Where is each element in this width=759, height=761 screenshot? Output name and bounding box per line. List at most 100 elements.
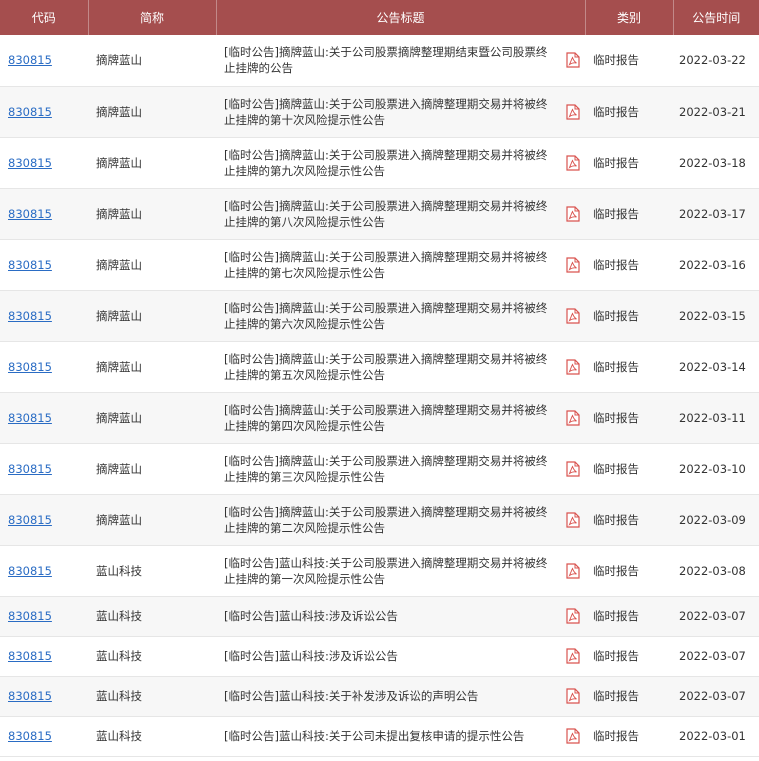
table-row: 830815 摘牌蓝山 [临时公告]摘牌蓝山:关于公司股票进入摘牌整理期交易并将被终…: [0, 188, 759, 239]
announcement-type: 临时报告: [593, 206, 640, 221]
table-row: 830815 摘牌蓝山 [临时公告]摘牌蓝山:关于公司股票进入摘牌整理期交易并将被终…: [0, 443, 759, 494]
header-code[interactable]: 代码: [0, 0, 89, 35]
pdf-icon[interactable]: [565, 728, 580, 744]
pdf-icon[interactable]: [565, 688, 580, 704]
stock-name: 摘牌蓝山: [96, 410, 142, 425]
pdf-icon[interactable]: [565, 205, 580, 222]
pdf-cell: [560, 239, 585, 290]
announcement-title: [临时公告]摘牌蓝山:关于公司股票进入摘牌整理期交易并将被终止挂牌的第八次风险提…: [224, 198, 548, 229]
pdf-icon[interactable]: [565, 460, 580, 477]
stock-name: 摘牌蓝山: [96, 359, 142, 374]
stock-code-link[interactable]: 830815: [8, 411, 52, 425]
announcement-date: 2022-03-07: [679, 689, 746, 703]
pdf-icon[interactable]: [565, 409, 580, 426]
pdf-icon[interactable]: [565, 103, 580, 120]
announcement-date: 2022-03-07: [679, 609, 746, 623]
announcement-date: 2022-03-11: [679, 410, 746, 425]
table-row: 830815 摘牌蓝山 [临时公告]摘牌蓝山:关于公司股票摘牌整理期结束暨公司股票终…: [0, 35, 759, 86]
announcement-type: 临时报告: [593, 359, 640, 374]
stock-code-link[interactable]: 830815: [8, 513, 52, 527]
announcement-type: 临时报告: [593, 689, 640, 703]
table-body: 830815 摘牌蓝山 [临时公告]摘牌蓝山:关于公司股票摘牌整理期结束暨公司股票终…: [0, 35, 759, 756]
stock-name: 摘牌蓝山: [96, 512, 142, 527]
announcement-title: [临时公告]摘牌蓝山:关于公司股票进入摘牌整理期交易并将被终止挂牌的第六次风险提…: [224, 300, 548, 331]
code-cell: 830815: [0, 443, 88, 494]
pdf-cell: [560, 188, 585, 239]
stock-name: 摘牌蓝山: [96, 308, 142, 323]
announcement-date: 2022-03-22: [679, 53, 746, 68]
stock-name: 摘牌蓝山: [96, 461, 142, 476]
pdf-cell: [560, 676, 585, 716]
stock-code-link[interactable]: 830815: [8, 53, 52, 67]
announcement-date: 2022-03-21: [679, 104, 746, 119]
announcement-date: 2022-03-07: [679, 649, 746, 663]
code-cell: 830815: [0, 35, 88, 86]
stock-name: 蓝山科技: [96, 609, 142, 623]
announcement-title: [临时公告]摘牌蓝山:关于公司股票进入摘牌整理期交易并将被终止挂牌的第七次风险提…: [224, 249, 548, 280]
stock-name: 摘牌蓝山: [96, 155, 142, 170]
pdf-icon[interactable]: [565, 562, 580, 579]
announcement-title: [临时公告]蓝山科技:关于公司股票进入摘牌整理期交易并将被终止挂牌的第一次风险提…: [224, 555, 548, 586]
announcement-title: [临时公告]摘牌蓝山:关于公司股票进入摘牌整理期交易并将被终止挂牌的第二次风险提…: [224, 504, 548, 535]
stock-code-link[interactable]: 830815: [8, 156, 52, 170]
stock-code-link[interactable]: 830815: [8, 649, 52, 663]
pdf-icon[interactable]: [565, 154, 580, 171]
stock-code-link[interactable]: 830815: [8, 258, 52, 272]
stock-code-link[interactable]: 830815: [8, 360, 52, 374]
code-cell: 830815: [0, 545, 88, 596]
header-date[interactable]: 公告时间: [673, 0, 759, 35]
table-header: 代码 简称 公告标题 类别 公告时间: [0, 0, 759, 35]
announcement-type: 临时报告: [593, 53, 640, 68]
stock-code-link[interactable]: 830815: [8, 729, 52, 743]
stock-code-link[interactable]: 830815: [8, 609, 52, 623]
announcement-title: [临时公告]蓝山科技:关于公司未提出复核申请的提示性公告: [224, 729, 525, 743]
pdf-icon[interactable]: [565, 307, 580, 324]
announcement-date: 2022-03-16: [679, 257, 746, 272]
stock-name: 摘牌蓝山: [96, 104, 142, 119]
pdf-cell: [560, 137, 585, 188]
header-title[interactable]: 公告标题: [216, 0, 586, 35]
announcement-title: [临时公告]摘牌蓝山:关于公司股票进入摘牌整理期交易并将被终止挂牌的第四次风险提…: [224, 402, 548, 433]
pdf-cell: [560, 290, 585, 341]
stock-name: 蓝山科技: [96, 729, 142, 743]
announcement-type: 临时报告: [593, 729, 640, 743]
pdf-icon[interactable]: [565, 608, 580, 624]
code-cell: 830815: [0, 239, 88, 290]
code-cell: 830815: [0, 392, 88, 443]
stock-name: 蓝山科技: [96, 689, 142, 703]
code-cell: 830815: [0, 290, 88, 341]
stock-code-link[interactable]: 830815: [8, 105, 52, 119]
header-type[interactable]: 类别: [585, 0, 674, 35]
stock-code-link[interactable]: 830815: [8, 564, 52, 578]
table-row: 830815 摘牌蓝山 [临时公告]摘牌蓝山:关于公司股票进入摘牌整理期交易并将被终…: [0, 137, 759, 188]
stock-name: 蓝山科技: [96, 649, 142, 663]
stock-code-link[interactable]: 830815: [8, 689, 52, 703]
header-name[interactable]: 简称: [88, 0, 217, 35]
announcement-date: 2022-03-15: [679, 308, 746, 323]
stock-name: 摘牌蓝山: [96, 257, 142, 272]
stock-code-link[interactable]: 830815: [8, 309, 52, 323]
table-row: 830815 摘牌蓝山 [临时公告]摘牌蓝山:关于公司股票进入摘牌整理期交易并将被终…: [0, 341, 759, 392]
announcement-title: [临时公告]摘牌蓝山:关于公司股票进入摘牌整理期交易并将被终止挂牌的第十次风险提…: [224, 96, 548, 127]
pdf-icon[interactable]: [565, 256, 580, 273]
stock-code-link[interactable]: 830815: [8, 207, 52, 221]
announcement-type: 临时报告: [593, 104, 640, 119]
pdf-cell: [560, 494, 585, 545]
announcement-type: 临时报告: [593, 410, 640, 425]
pdf-cell: [560, 35, 585, 86]
table-row: 830815 摘牌蓝山 [临时公告]摘牌蓝山:关于公司股票进入摘牌整理期交易并将被终…: [0, 86, 759, 137]
table-row: 830815 蓝山科技 [临时公告]蓝山科技:关于补发涉及诉讼的声明公告 临时报告 20…: [0, 676, 759, 716]
announcement-date: 2022-03-10: [679, 461, 746, 476]
code-cell: 830815: [0, 494, 88, 545]
table-row: 830815 摘牌蓝山 [临时公告]摘牌蓝山:关于公司股票进入摘牌整理期交易并将被终…: [0, 392, 759, 443]
code-cell: 830815: [0, 341, 88, 392]
announcement-title: [临时公告]摘牌蓝山:关于公司股票摘牌整理期结束暨公司股票终止挂牌的公告: [224, 45, 548, 76]
pdf-icon[interactable]: [565, 52, 580, 68]
pdf-icon[interactable]: [565, 511, 580, 528]
pdf-icon[interactable]: [565, 648, 580, 664]
stock-code-link[interactable]: 830815: [8, 462, 52, 476]
pdf-cell: [560, 636, 585, 676]
pdf-icon[interactable]: [565, 358, 580, 375]
pdf-cell: [560, 392, 585, 443]
announcement-type: 临时报告: [593, 649, 640, 663]
